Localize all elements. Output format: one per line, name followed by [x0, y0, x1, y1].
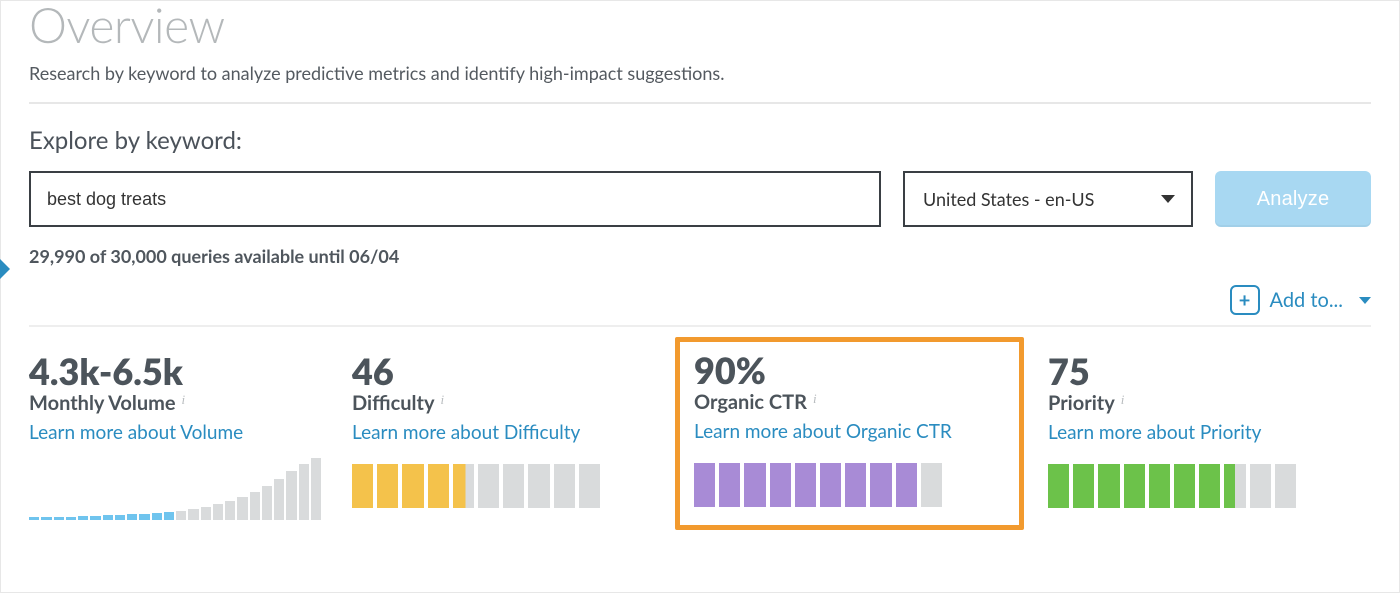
info-icon[interactable]: i — [441, 392, 445, 408]
chevron-down-icon — [1359, 297, 1371, 304]
metric-value: 4.3k-6.5k — [29, 353, 342, 391]
keyword-input[interactable] — [29, 171, 881, 227]
info-icon[interactable]: i — [182, 392, 186, 408]
segment — [1275, 464, 1296, 508]
metric-difficulty: 46 Difficulty i Learn more about Difficu… — [352, 347, 675, 530]
segment — [1224, 464, 1245, 508]
segment — [719, 463, 740, 507]
sparkline-bar — [29, 517, 39, 520]
sparkline-bar — [66, 517, 76, 520]
segment — [896, 463, 917, 507]
segment — [377, 464, 398, 508]
segment — [1048, 464, 1069, 508]
segment — [402, 464, 423, 508]
sparkline-bar — [90, 516, 100, 520]
segment — [870, 463, 891, 507]
sparkline-bar — [250, 492, 260, 520]
segment — [921, 463, 942, 507]
priority-bar — [1048, 464, 1296, 508]
metric-value: 90% — [694, 352, 1007, 390]
sparkline-bar — [299, 464, 309, 520]
locale-select-value: United States - en-US — [923, 188, 1094, 210]
segment — [528, 464, 549, 508]
sparkline-bar — [152, 513, 162, 520]
sparkline-bar — [78, 516, 88, 520]
sparkline-bar — [41, 517, 51, 520]
chevron-down-icon — [1161, 195, 1175, 203]
learn-more-difficulty-link[interactable]: Learn more about Difficulty — [352, 421, 580, 444]
metric-priority: 75 Priority i Learn more about Priority — [1048, 347, 1371, 530]
sparkline-bar — [164, 512, 174, 520]
add-to-label: Add to... — [1270, 288, 1343, 312]
difficulty-bar — [352, 464, 600, 508]
segment — [1250, 464, 1271, 508]
sparkline-bar — [188, 509, 198, 520]
sparkline-bar — [54, 517, 64, 520]
segment — [503, 464, 524, 508]
sparkline-bar — [262, 486, 272, 520]
sparkline-bar — [213, 504, 223, 520]
explore-label: Explore by keyword: — [29, 126, 1371, 155]
volume-sparkline — [29, 456, 321, 520]
segment — [1073, 464, 1094, 508]
sparkline-bar — [103, 515, 113, 520]
segment — [820, 463, 841, 507]
segment — [795, 463, 816, 507]
divider — [29, 325, 1371, 327]
divider — [29, 102, 1371, 104]
locale-select[interactable]: United States - en-US — [903, 171, 1193, 227]
segment — [428, 464, 449, 508]
segment — [845, 463, 866, 507]
page-title: Overview — [29, 0, 1371, 54]
segment — [352, 464, 373, 508]
segment — [770, 463, 791, 507]
metric-label: Monthly Volume — [29, 391, 176, 415]
segment — [1124, 464, 1145, 508]
sparkline-bar — [237, 497, 247, 520]
metrics-row: 4.3k-6.5k Monthly Volume i Learn more ab… — [29, 341, 1371, 530]
segment — [1174, 464, 1195, 508]
learn-more-volume-link[interactable]: Learn more about Volume — [29, 421, 243, 444]
add-to-button[interactable]: + Add to... — [1230, 285, 1371, 315]
plus-icon: + — [1230, 285, 1260, 315]
segment — [1199, 464, 1220, 508]
metric-label: Priority — [1048, 391, 1115, 415]
search-row: United States - en-US Analyze — [29, 171, 1371, 227]
learn-more-priority-link[interactable]: Learn more about Priority — [1048, 421, 1261, 444]
sparkline-bar — [311, 458, 321, 520]
analyze-button[interactable]: Analyze — [1215, 171, 1371, 227]
sparkline-bar — [274, 479, 284, 520]
segment — [478, 464, 499, 508]
segment — [1098, 464, 1119, 508]
segment — [1149, 464, 1170, 508]
info-icon[interactable]: i — [813, 391, 817, 407]
metric-label: Organic CTR — [694, 390, 807, 414]
metric-value: 75 — [1048, 353, 1361, 391]
sparkline-bar — [115, 515, 125, 520]
page-subtitle: Research by keyword to analyze predictiv… — [29, 62, 1371, 84]
segment — [694, 463, 715, 507]
sparkline-bar — [176, 511, 186, 520]
metric-label: Difficulty — [352, 391, 435, 415]
segment — [554, 464, 575, 508]
segment — [579, 464, 600, 508]
sparkline-bar — [139, 514, 149, 520]
metric-monthly-volume: 4.3k-6.5k Monthly Volume i Learn more ab… — [29, 347, 352, 530]
sparkline-bar — [225, 501, 235, 520]
learn-more-ctr-link[interactable]: Learn more about Organic CTR — [694, 420, 952, 443]
metric-value: 46 — [352, 353, 665, 391]
info-icon[interactable]: i — [1121, 392, 1125, 408]
ctr-bar — [694, 463, 942, 507]
quota-text: 29,990 of 30,000 queries available until… — [29, 245, 1371, 267]
expand-edge-indicator[interactable] — [0, 259, 10, 279]
sparkline-bar — [286, 471, 296, 520]
segment — [453, 464, 474, 508]
sparkline-bar — [127, 514, 137, 520]
segment — [744, 463, 765, 507]
sparkline-bar — [201, 507, 211, 520]
metric-organic-ctr: 90% Organic CTR i Learn more about Organ… — [675, 337, 1024, 530]
